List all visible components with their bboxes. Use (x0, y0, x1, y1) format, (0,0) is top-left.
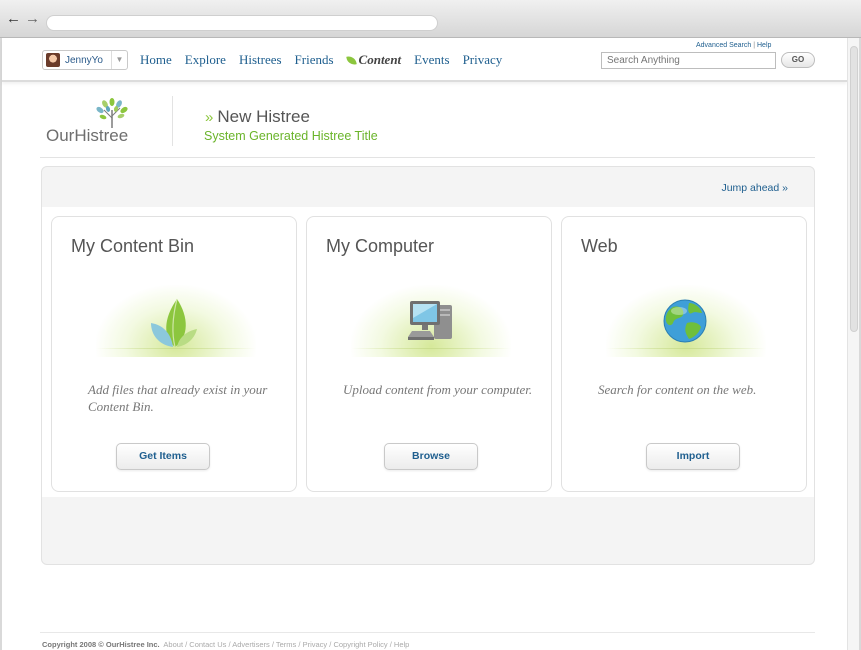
top-navigation-bar: JennyYo ▼ Home Explore Histrees Friends … (2, 38, 847, 82)
forward-arrow-icon[interactable]: → (25, 11, 40, 27)
card-description: Add files that already exist in your Con… (88, 382, 268, 414)
logo-text: OurHistree (46, 126, 129, 145)
nav-histrees[interactable]: Histrees (239, 52, 282, 68)
user-menu[interactable]: JennyYo ▼ (42, 50, 128, 70)
page-subtitle: System Generated Histree Title (204, 129, 378, 143)
card-title: My Computer (326, 236, 435, 256)
leaf-icon (151, 298, 197, 348)
search-input[interactable] (601, 52, 776, 69)
get-items-button[interactable]: Get Items (116, 443, 210, 470)
nav-friends[interactable]: Friends (295, 52, 334, 68)
double-chevron-icon: » (205, 109, 214, 126)
jump-ahead-link[interactable]: Jump ahead » (721, 182, 788, 194)
copyright: Copyright 2008 © OurHistree Inc. (42, 640, 160, 649)
divider (40, 157, 815, 158)
nav-content[interactable]: Content (345, 52, 402, 68)
card-description: Search for content on the web. (598, 382, 757, 397)
tree-icon (96, 98, 128, 128)
back-arrow-icon[interactable]: ← (6, 11, 21, 27)
my-computer-card: My Computer Upload content from your com… (306, 216, 552, 492)
scrollbar-thumb[interactable] (850, 46, 858, 332)
nav-events[interactable]: Events (414, 52, 449, 68)
card-description: Upload content from your computer. (343, 382, 533, 397)
footer-link-help[interactable]: Help (394, 640, 409, 649)
title-divider (172, 96, 173, 146)
main-nav: Home Explore Histrees Friends Content Ev… (140, 52, 515, 68)
avatar (46, 53, 60, 67)
help-link[interactable]: Help (757, 42, 771, 49)
logo[interactable]: OurHistree (46, 96, 146, 146)
computer-icon (408, 301, 452, 340)
browser-chrome: ← → (0, 0, 861, 38)
footer-link-copyright-policy[interactable]: Copyright Policy (333, 640, 387, 649)
footer-link-terms[interactable]: Terms (276, 640, 296, 649)
page: JennyYo ▼ Home Explore Histrees Friends … (2, 38, 859, 650)
scrollbar[interactable] (847, 38, 859, 650)
card-title: My Content Bin (71, 236, 195, 256)
go-button[interactable]: GO (781, 52, 815, 68)
nav-explore[interactable]: Explore (185, 52, 226, 68)
card-title: Web (581, 236, 618, 256)
nav-privacy[interactable]: Privacy (463, 52, 503, 68)
page-title-text: New Histree (217, 107, 310, 126)
import-button[interactable]: Import (646, 443, 740, 470)
globe-icon (663, 299, 707, 343)
link-separator: | (753, 42, 756, 49)
top-links: Advanced Search | Help (696, 42, 771, 49)
address-bar[interactable] (46, 15, 438, 31)
panel-body: My Content Bin Add files that already ex… (42, 207, 814, 497)
advanced-search-link[interactable]: Advanced Search (696, 42, 751, 49)
browse-button[interactable]: Browse (384, 443, 478, 470)
footer-link-contact[interactable]: Contact Us (189, 640, 226, 649)
footer-link-privacy[interactable]: Privacy (303, 640, 328, 649)
chevron-down-icon[interactable]: ▼ (111, 51, 127, 69)
web-card: Web Search for content on the web. Impor… (561, 216, 807, 492)
content-bin-card: My Content Bin Add files that already ex… (51, 216, 297, 492)
footer-link-advertisers[interactable]: Advertisers (232, 640, 270, 649)
footer-link-about[interactable]: About (163, 640, 183, 649)
footer: Copyright 2008 © OurHistree Inc. About /… (42, 640, 409, 649)
page-title: » New Histree (205, 107, 310, 127)
nav-content-label: Content (358, 52, 402, 67)
import-panel: Jump ahead » My Content Bin Add files th… (41, 166, 815, 565)
nav-home[interactable]: Home (140, 52, 172, 68)
footer-divider (40, 632, 815, 633)
leaf-icon (345, 54, 357, 66)
panel-header: Jump ahead » (42, 167, 814, 207)
user-name: JennyYo (65, 54, 103, 66)
